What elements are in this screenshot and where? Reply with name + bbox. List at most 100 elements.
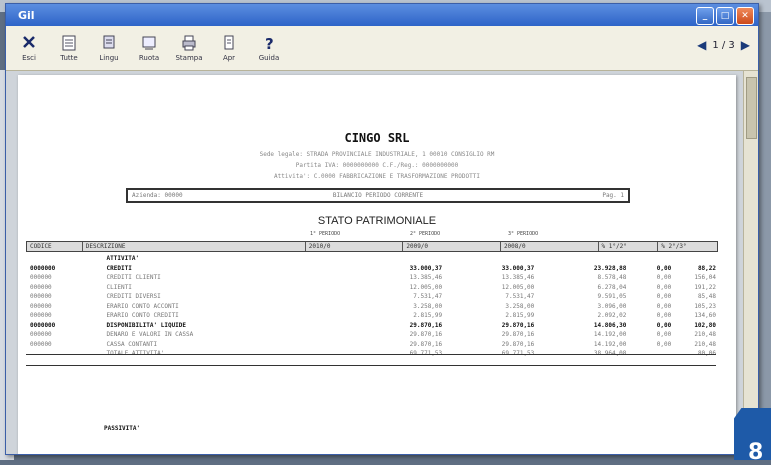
scrollbar-thumb[interactable]	[746, 77, 757, 139]
cell-p2: 210,48	[694, 331, 716, 339]
header-cell: 2008/0	[501, 242, 599, 251]
maximize-button[interactable]: □	[716, 7, 734, 25]
cell-v3: 9.591,05	[597, 293, 627, 301]
cell-v1: 3.258,00	[413, 302, 443, 310]
cell-v2: 7.531,47	[505, 293, 535, 301]
cell-v1: 12.005,00	[409, 283, 443, 291]
cell-v2: 29.870,16	[501, 340, 535, 348]
close-window-button[interactable]: ✕	[736, 7, 754, 25]
cell-p1: 0,00	[656, 302, 672, 310]
pages-icon	[62, 35, 76, 51]
header-cell: CODICE	[27, 242, 83, 251]
cell-p1: 0,00	[656, 321, 672, 329]
toolbar-label: Tutte	[60, 54, 78, 62]
info-cell: BILANCIO PERIODO CORRENTE	[332, 192, 424, 199]
balance-rows: ATTIVITA' 0000000 CREDITI 33.000,37 33.000,3…	[26, 254, 716, 359]
cell-code: 000000	[30, 293, 52, 301]
cell-p1: 0,00	[656, 340, 672, 348]
cell-p2: 156,04	[694, 274, 716, 282]
report-viewer-window: Gil _ □ ✕ Esci Tutte Lingu Ruota Stampa	[5, 3, 759, 455]
cell-desc: ERARIO CONTO ACCONTI	[106, 302, 179, 310]
cell-p1: 0,00	[656, 274, 672, 282]
cell-v2: 13.385,46	[501, 274, 535, 282]
vertical-scrollbar[interactable]	[743, 71, 758, 454]
company-subline: Attivita': C.0000 FABBRICAZIONE E TRASFO…	[274, 173, 480, 180]
language-icon	[103, 35, 115, 49]
report-info-box: Azienda: 00000 BILANCIO PERIODO CORRENTE…	[126, 188, 630, 203]
cell-p2: 105,23	[694, 302, 716, 310]
print-button[interactable]: Stampa	[172, 34, 206, 62]
cell-v2: 29.870,16	[501, 331, 535, 339]
header-cell: 2009/0	[403, 242, 501, 251]
document-view[interactable]: CINGO SRL Sede legale: STRADA PROVINCIAL…	[6, 71, 758, 454]
cell-p2: 134,60	[694, 312, 716, 320]
total-separator	[26, 354, 716, 355]
cell-desc: ERARIO CONTO CREDITI	[106, 312, 179, 320]
table-row: 000000 CLIENTI 12.005,00 12.005,00 6.278,04 0…	[26, 283, 716, 293]
company-subline: Partita IVA: 0000000000 C.F./Reg.: 00000…	[295, 162, 459, 169]
cell-p1: 0,00	[656, 264, 672, 272]
cell-v1: 29.870,16	[409, 340, 443, 348]
cell-v2: 29.870,16	[501, 321, 535, 329]
cell-p2: 102,80	[694, 321, 716, 329]
cell-v1: 7.531,47	[413, 293, 443, 301]
table-header: CODICE DESCRIZIONE 2010/0 2009/0 2008/0 …	[26, 241, 718, 252]
minimize-button[interactable]: _	[696, 7, 714, 25]
all-pages-button[interactable]: Tutte	[52, 34, 86, 62]
cell-code: 000000	[30, 331, 52, 339]
rotate-button[interactable]: Ruota	[132, 34, 166, 62]
cell-code: 000000	[30, 302, 52, 310]
table-row: 0000000 DISPONIBILITA' LIQUIDE 29.870,16 29…	[26, 321, 716, 331]
cell-desc: CREDITI CLIENTI	[106, 274, 161, 282]
cell-v3: 14.192,00	[593, 340, 627, 348]
cell-v2: 33.000,37	[501, 264, 535, 272]
cell-v1: 2.815,99	[413, 312, 443, 320]
cell-p2: 191,22	[694, 283, 716, 291]
window-title: Gil	[18, 8, 35, 22]
period-label: 1° PERIODO	[310, 231, 341, 237]
page-indicator: 1 / 3	[712, 39, 735, 51]
company-name: CINGO SRL	[344, 131, 410, 145]
page-navigator: ◀ 1 / 3 ▶	[697, 38, 750, 52]
cell-desc: CREDITI	[106, 264, 132, 272]
cell-v1: 29.870,16	[409, 331, 443, 339]
toolbar-label: Lingu	[99, 54, 119, 62]
cell-p1: 0,00	[656, 293, 672, 301]
next-page-button[interactable]: ▶	[741, 38, 750, 52]
title-bar: Gil _ □ ✕	[6, 4, 758, 26]
language-button[interactable]: Lingu	[92, 34, 126, 62]
cell-v3: 23.928,88	[593, 264, 627, 272]
previous-page-button[interactable]: ◀	[697, 38, 706, 52]
cell-v2: 3.258,00	[505, 302, 535, 310]
toolbar-label: Guida	[258, 54, 280, 62]
cell-p1: 0,00	[656, 283, 672, 291]
cell-v1: 13.385,46	[409, 274, 443, 282]
cell-code: 000000	[30, 283, 52, 291]
rotate-icon	[142, 36, 156, 50]
table-row: 000000 CASSA CONTANTI 29.870,16 29.870,16 14…	[26, 340, 716, 350]
toolbar-label: Apr	[222, 54, 236, 62]
company-subline: Sede legale: STRADA PROVINCIALE INDUSTRI…	[259, 151, 495, 158]
table-row: 000000 CREDITI DIVERSI 7.531,47 7.531,47 9.5…	[26, 292, 716, 302]
printer-icon	[182, 35, 196, 51]
open-button[interactable]: Apr	[212, 34, 246, 62]
cell-v2: 12.005,00	[501, 283, 535, 291]
help-button[interactable]: ? Guida	[252, 34, 286, 62]
close-x-icon	[23, 36, 35, 48]
cell-code: 0000000	[30, 321, 56, 329]
toolbar: Esci Tutte Lingu Ruota Stampa Apr ? Guid…	[6, 26, 758, 71]
window-controls: _ □ ✕	[696, 7, 754, 25]
cell-v3: 14.806,30	[593, 321, 627, 329]
cell-v3: 2.092,02	[597, 312, 627, 320]
header-cell: DESCRIZIONE	[83, 242, 306, 251]
cell-p2: 85,48	[697, 293, 716, 301]
cell-desc: DISPONIBILITA' LIQUIDE	[106, 321, 187, 329]
toolbar-label: Stampa	[175, 54, 203, 62]
cell-desc: CASSA CONTANTI	[106, 340, 158, 348]
cell-desc: ATTIVITA'	[106, 255, 140, 263]
exit-button[interactable]: Esci	[12, 34, 46, 62]
total-separator	[26, 365, 716, 366]
table-row: 000000 ERARIO CONTO CREDITI 2.815,99 2.815,…	[26, 311, 716, 321]
cell-desc: CLIENTI	[106, 283, 132, 291]
table-row: 0000000 CREDITI 33.000,37 33.000,37 23.928,8…	[26, 264, 716, 274]
